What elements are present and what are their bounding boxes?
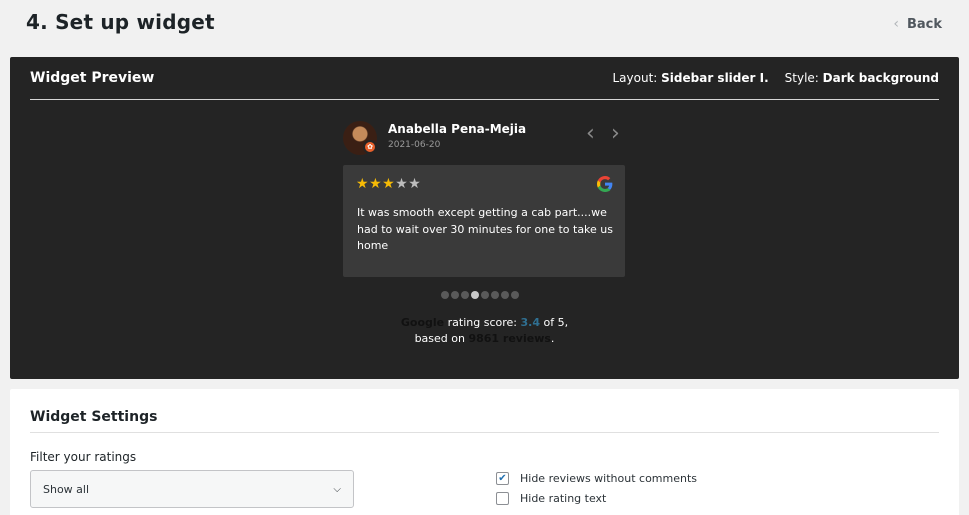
review-text: It was smooth except getting a cab part.… bbox=[357, 206, 614, 252]
pagination-dot[interactable] bbox=[511, 291, 519, 299]
review-date: 2021-06-20 bbox=[388, 140, 441, 150]
back-button[interactable]: ‹ Back bbox=[893, 16, 942, 32]
filter-label: Filter your ratings bbox=[30, 450, 137, 464]
google-icon bbox=[597, 176, 613, 192]
rating-of: of 5, bbox=[543, 316, 569, 329]
preview-header: Widget Preview Layout: Sidebar slider I.… bbox=[30, 57, 939, 100]
star-empty-icon: ★ bbox=[408, 176, 422, 192]
pagination-dot[interactable] bbox=[441, 291, 449, 299]
next-arrow-icon[interactable]: › bbox=[611, 122, 620, 146]
pagination-dot[interactable] bbox=[471, 291, 479, 299]
back-label: Back bbox=[906, 16, 942, 32]
star-empty-icon: ★ bbox=[395, 176, 409, 192]
badge-icon: ✿ bbox=[363, 140, 377, 154]
review-header: ✿ Anabella Pena-Mejia 2021-06-20 ‹ › bbox=[343, 120, 625, 156]
filter-select-value: Show all bbox=[43, 482, 90, 496]
style-info: Style: Dark background bbox=[784, 71, 939, 85]
chevron-left-icon: ‹ bbox=[893, 16, 899, 32]
settings-title: Widget Settings bbox=[30, 409, 158, 425]
star-filled-icon: ★ bbox=[382, 176, 396, 192]
rating-summary: Google rating score: 3.4 of 5, based on … bbox=[400, 316, 569, 345]
filter-ratings-select[interactable]: Show all ⌵ bbox=[30, 470, 354, 508]
option-hide-rating-text[interactable]: Hide rating text bbox=[496, 492, 606, 505]
pagination-dots bbox=[441, 291, 519, 299]
chevron-down-icon: ⌵ bbox=[333, 483, 341, 495]
reviewer-name: Anabella Pena-Mejia bbox=[388, 122, 527, 136]
rating-source: Google bbox=[400, 316, 445, 329]
divider bbox=[30, 432, 939, 433]
widget-settings-panel: Widget Settings Filter your ratings Show… bbox=[10, 389, 959, 515]
layout-info: Layout: Sidebar slider I. bbox=[612, 71, 769, 85]
review-card: ★★★★★ It was smooth except getting a cab… bbox=[343, 165, 625, 277]
star-rating: ★★★★★ bbox=[356, 176, 421, 192]
option-label: Hide rating text bbox=[520, 492, 607, 505]
star-filled-icon: ★ bbox=[369, 176, 383, 192]
pagination-dot[interactable] bbox=[491, 291, 499, 299]
preview-meta: Layout: Sidebar slider I. Style: Dark ba… bbox=[612, 71, 939, 85]
rating-score: 3.4 bbox=[520, 316, 541, 329]
prev-arrow-icon[interactable]: ‹ bbox=[586, 122, 595, 146]
pagination-dot[interactable] bbox=[501, 291, 509, 299]
widget-preview-panel: Widget Preview Layout: Sidebar slider I.… bbox=[10, 57, 959, 379]
page-title: 4. Set up widget bbox=[26, 10, 215, 34]
star-filled-icon: ★ bbox=[356, 176, 370, 192]
pagination-dot[interactable] bbox=[481, 291, 489, 299]
review-count-link[interactable]: 9861 reviews bbox=[468, 332, 550, 345]
preview-title: Widget Preview bbox=[30, 70, 155, 86]
option-hide-no-comments[interactable]: ✔ Hide reviews without comments bbox=[496, 472, 697, 485]
option-label: Hide reviews without comments bbox=[520, 472, 698, 485]
pagination-dot[interactable] bbox=[461, 291, 469, 299]
based-on-text: based on bbox=[414, 332, 465, 345]
checkbox-hide-rating-text[interactable] bbox=[496, 492, 509, 505]
pagination-dot[interactable] bbox=[451, 291, 459, 299]
checkbox-hide-no-comments[interactable]: ✔ bbox=[496, 472, 509, 485]
rating-label: rating score: bbox=[447, 316, 517, 329]
